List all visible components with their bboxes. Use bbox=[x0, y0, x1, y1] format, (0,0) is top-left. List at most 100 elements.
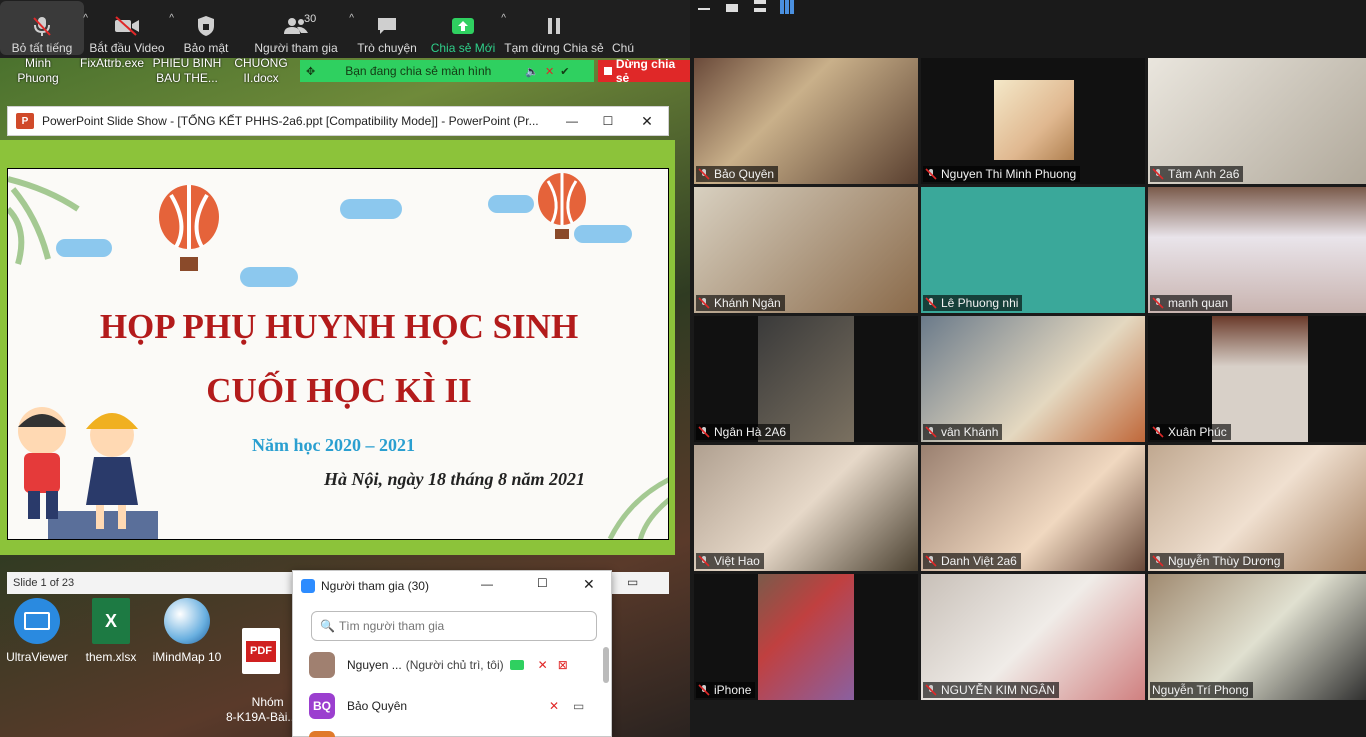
participant-name: Lê Phuong nhi bbox=[941, 296, 1019, 310]
more-label: Chú bbox=[612, 41, 635, 55]
participant-name: Danh Việt 2a6 bbox=[941, 554, 1017, 568]
chat-button[interactable]: Trò chuyện bbox=[350, 1, 424, 55]
pdf-file-icon: PDF bbox=[242, 628, 280, 674]
participant-name: Nguyen Thi Minh Phuong bbox=[941, 167, 1077, 181]
video-tile[interactable]: Tâm Anh 2a6 bbox=[1148, 58, 1366, 184]
sharing-indicator-icon bbox=[509, 660, 524, 670]
desktop-item-fixattrb[interactable]: FixAttrb.exe bbox=[74, 56, 150, 71]
close-icon[interactable]: ✕ bbox=[583, 576, 595, 593]
participants-panel[interactable]: Người tham gia (30) — ☐ ✕ 🔍 Nguyen ... (… bbox=[292, 570, 612, 737]
video-tile[interactable]: Bảo Quyên bbox=[694, 58, 918, 184]
participant-row[interactable]: Nguyen ... (Người chủ trì, tôi) ✕ ⊠ bbox=[293, 647, 598, 683]
close-icon[interactable]: ✕ bbox=[626, 113, 668, 130]
search-participants-field[interactable]: 🔍 bbox=[311, 611, 597, 641]
participant-row[interactable]: BQ Bảo Quyên ✕ ▭ bbox=[293, 688, 598, 724]
presenter-view-icon[interactable]: ▭ bbox=[627, 575, 638, 589]
minimize-icon[interactable]: — bbox=[481, 577, 493, 591]
desktop-icon-label: iMindMap 10 bbox=[152, 650, 222, 664]
minimize-icon[interactable] bbox=[698, 8, 710, 10]
mic-muted-icon[interactable]: ✕ bbox=[549, 699, 559, 713]
pause-icon bbox=[546, 11, 562, 41]
participant-name: Bảo Quyên bbox=[347, 699, 408, 713]
desktop-item-chuong-docx[interactable]: CHUONG II.docx bbox=[226, 56, 296, 86]
desktop-icon-nhom-pdf[interactable]: PDF Nhóm 8-K19A-Bài... bbox=[226, 598, 298, 737]
desktop-item-minh-phuong[interactable]: Minh Phuong bbox=[8, 56, 68, 86]
participant-name: NGUYỄN KIM NGÂN bbox=[941, 683, 1056, 697]
mic-muted-icon[interactable]: ✕ bbox=[545, 65, 554, 78]
participant-name: Nguyen ... bbox=[347, 658, 402, 672]
desktop-icon-label: them.xlsx bbox=[85, 650, 137, 664]
start-video-label: Bắt đầu Video bbox=[89, 41, 165, 55]
hot-air-balloon-decoration bbox=[538, 173, 586, 239]
desktop-icon-imindmap[interactable]: iMindMap 10 bbox=[152, 598, 222, 665]
mic-muted-icon[interactable]: ✕ bbox=[538, 658, 548, 672]
participant-role: (Người chủ trì, tôi) bbox=[405, 658, 504, 672]
mic-muted-icon bbox=[698, 555, 710, 567]
avatar: BQ bbox=[309, 693, 335, 719]
desktop-icon-them-xlsx[interactable]: X them.xlsx bbox=[76, 598, 146, 665]
sharing-banner-text: Bạn đang chia sẻ màn hình bbox=[345, 64, 492, 78]
monitor-icon bbox=[14, 598, 60, 644]
pause-share-button[interactable]: Tạm dừng Chia sẻ bbox=[502, 1, 606, 55]
mic-muted-icon bbox=[925, 168, 937, 180]
mic-muted-icon bbox=[698, 168, 710, 180]
drag-handle-icon[interactable]: ✥ bbox=[306, 65, 315, 78]
view-speaker-icon[interactable] bbox=[754, 0, 766, 12]
mic-muted-icon bbox=[698, 297, 710, 309]
video-tile[interactable]: Việt Hao bbox=[694, 445, 918, 571]
desktop-area: Minh Phuong FixAttrb.exe PHIEU BINH BAU … bbox=[0, 0, 690, 737]
participant-name-label: Khánh Ngân bbox=[696, 295, 785, 311]
video-tile[interactable]: Khánh Ngân bbox=[694, 187, 918, 313]
maximize-icon[interactable]: ☐ bbox=[537, 576, 548, 590]
video-tile[interactable]: Danh Việt 2a6 bbox=[921, 445, 1145, 571]
video-tile[interactable]: Nguyễn Thùy Dương bbox=[1148, 445, 1366, 571]
cloud-decoration bbox=[240, 267, 298, 287]
powerpoint-titlebar[interactable]: P PowerPoint Slide Show - [TỔNG KẾT PHHS… bbox=[7, 106, 669, 136]
mic-muted-icon bbox=[1152, 168, 1164, 180]
start-video-button[interactable]: ^ Bắt đầu Video bbox=[84, 1, 174, 55]
video-tile[interactable]: Nguyen Thi Minh Phuong bbox=[921, 58, 1145, 184]
video-tile[interactable]: Lê Phuong nhi bbox=[921, 187, 1145, 313]
more-button[interactable]: Chú bbox=[606, 1, 636, 55]
participant-name-label: Việt Hao bbox=[696, 553, 764, 569]
shield-check-icon[interactable]: ✔ bbox=[560, 65, 569, 78]
video-tile[interactable]: Xuân Phúc bbox=[1148, 316, 1366, 442]
sharing-banner[interactable]: ✥ Bạn đang chia sẻ màn hình 🔈 ✕ ✔ bbox=[300, 60, 594, 82]
participants-panel-titlebar[interactable]: Người tham gia (30) — ☐ ✕ bbox=[293, 571, 611, 601]
security-button[interactable]: Bảo mật bbox=[170, 1, 242, 55]
desktop-icon-label: Nhóm 8-K19A-Bài... bbox=[226, 695, 298, 724]
participant-name-label: Bảo Quyên bbox=[696, 166, 779, 182]
minimize-icon[interactable]: — bbox=[554, 114, 590, 128]
maximize-icon[interactable]: ☐ bbox=[590, 114, 626, 128]
participant-name-label: vân Khánh bbox=[923, 424, 1003, 440]
mute-all-label: Bỏ tất tiếng bbox=[11, 41, 73, 55]
slide-canvas[interactable]: HỌP PHỤ HUYNH HỌC SINH CUỐI HỌC KÌ II Nă… bbox=[7, 168, 669, 540]
mute-all-button[interactable]: ^ Bỏ tất tiếng bbox=[0, 1, 88, 55]
video-tile[interactable]: iPhone bbox=[694, 574, 918, 700]
video-tile[interactable]: Ngân Hà 2A6 bbox=[694, 316, 918, 442]
avatar bbox=[309, 652, 335, 678]
stop-share-button[interactable]: Dừng chia sẻ bbox=[598, 57, 690, 85]
participants-button[interactable]: 30 ^ Người tham gia bbox=[242, 1, 354, 55]
view-single-icon[interactable] bbox=[726, 4, 738, 12]
video-tile[interactable]: Nguyễn Trí Phong bbox=[1148, 574, 1366, 700]
video-tile[interactable]: vân Khánh bbox=[921, 316, 1145, 442]
participant-name: Nguyễn Trí Phong bbox=[1152, 683, 1249, 697]
mic-muted-icon bbox=[698, 426, 710, 438]
mic-muted-icon bbox=[925, 426, 937, 438]
search-participants-input[interactable] bbox=[338, 619, 579, 633]
gallery-view-icon[interactable] bbox=[780, 0, 794, 14]
mic-muted-icon bbox=[925, 684, 937, 696]
desktop-icon-ultraviewer[interactable]: UltraViewer bbox=[2, 598, 72, 665]
video-tile[interactable]: manh quan bbox=[1148, 187, 1366, 313]
participant-name-label: Lê Phuong nhi bbox=[923, 295, 1023, 311]
desktop-item-phieu-binh-bau[interactable]: PHIEU BINH BAU THE... bbox=[150, 56, 224, 86]
video-off-icon[interactable]: ⊠ bbox=[558, 658, 568, 672]
video-tile[interactable]: NGUYỄN KIM NGÂN bbox=[921, 574, 1145, 700]
scrollbar[interactable] bbox=[603, 647, 609, 683]
speaker-icon[interactable]: 🔈 bbox=[525, 65, 539, 78]
hot-air-balloon-decoration bbox=[159, 185, 219, 271]
new-share-button[interactable]: ^ Chia sẻ Mới bbox=[424, 1, 506, 55]
video-icon[interactable]: ▭ bbox=[573, 699, 584, 713]
participant-name-label: manh quan bbox=[1150, 295, 1233, 311]
